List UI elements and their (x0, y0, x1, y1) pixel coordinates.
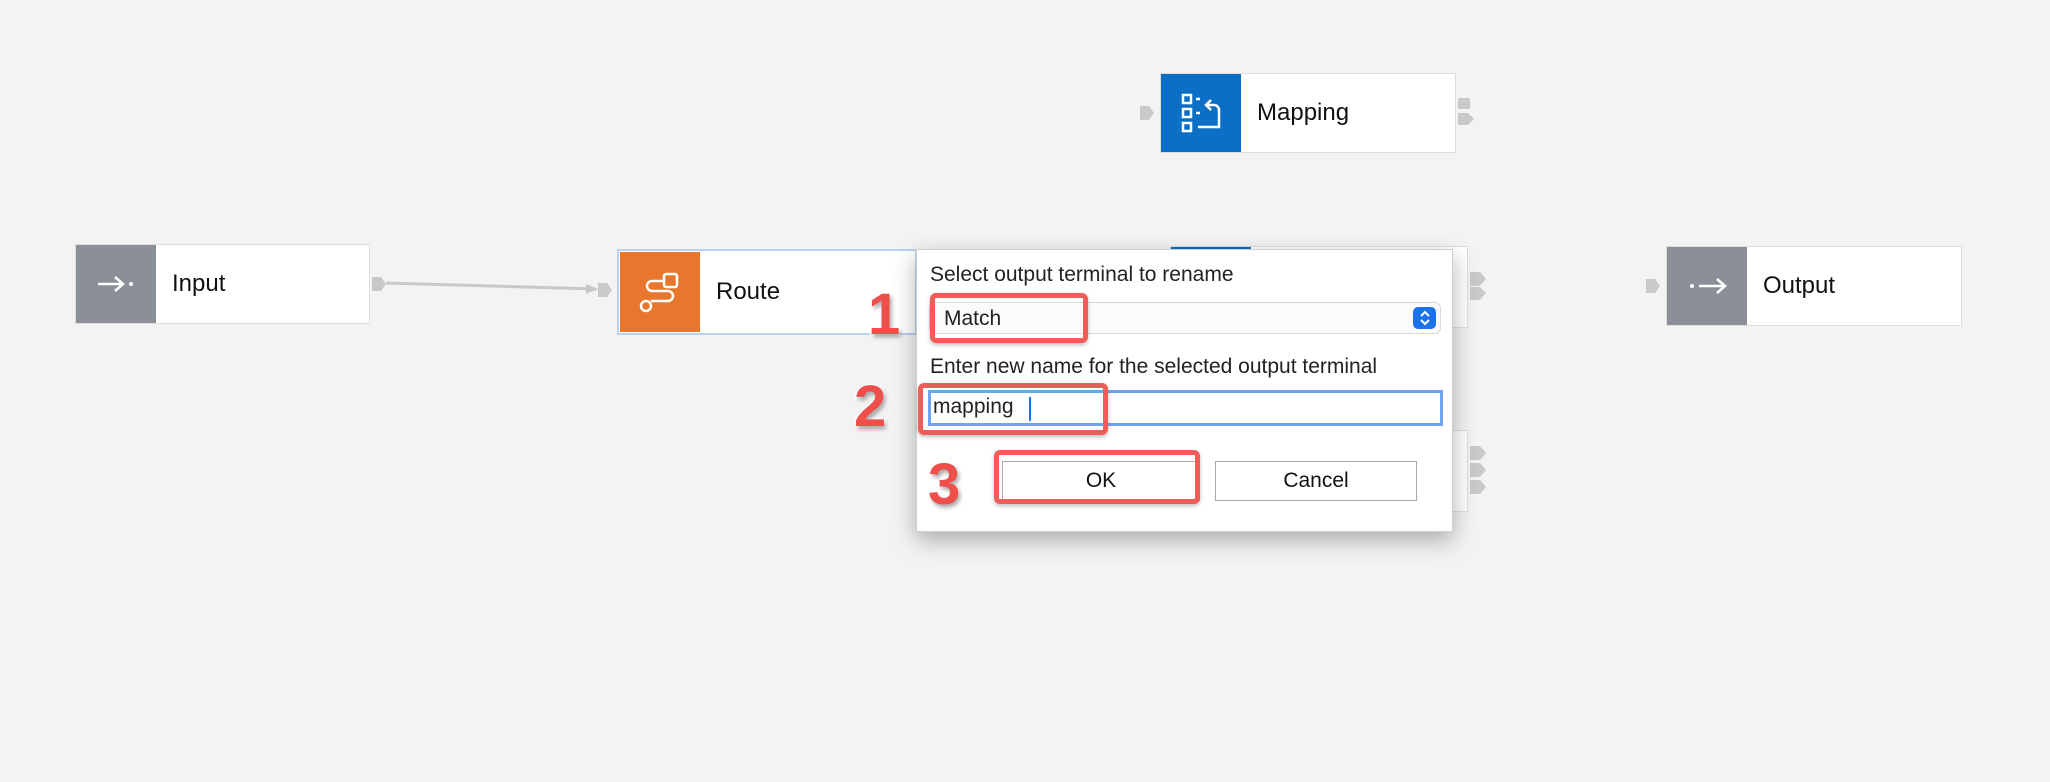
input-terminal[interactable] (1646, 279, 1662, 293)
node-label: Mapping (1257, 99, 1350, 126)
select-terminal-prompt: Select output terminal to rename (930, 263, 1234, 286)
output-node[interactable]: Output (1666, 246, 1962, 326)
node-label: Route (716, 278, 781, 305)
select-chevron-icon[interactable] (1413, 307, 1436, 329)
output-arrow-icon (1667, 247, 1747, 325)
input-terminal[interactable] (1140, 106, 1156, 120)
output-terminal[interactable] (372, 277, 388, 291)
route-icon (620, 252, 700, 332)
step-number-1: 1 (866, 282, 901, 347)
output-terminal[interactable] (1470, 446, 1488, 496)
output-terminal[interactable] (1470, 272, 1488, 302)
new-name-prompt: Enter new name for the selected output t… (930, 355, 1378, 378)
callout-select-highlight (930, 293, 1088, 343)
node-label: Output (1763, 272, 1836, 299)
node-label: Input (172, 270, 226, 297)
cancel-button[interactable]: Cancel (1215, 461, 1417, 501)
input-arrow-icon (76, 245, 156, 323)
input-node[interactable]: Input (75, 244, 370, 324)
callout-ok-highlight (994, 450, 1200, 504)
output-terminal[interactable] (1458, 98, 1476, 128)
input-terminal[interactable] (598, 283, 614, 297)
mapping-node[interactable]: Mapping (1160, 73, 1456, 153)
mapping-icon (1161, 74, 1241, 152)
step-number-2: 2 (852, 374, 887, 439)
callout-input-highlight (918, 383, 1108, 435)
step-number-3: 3 (926, 452, 961, 517)
